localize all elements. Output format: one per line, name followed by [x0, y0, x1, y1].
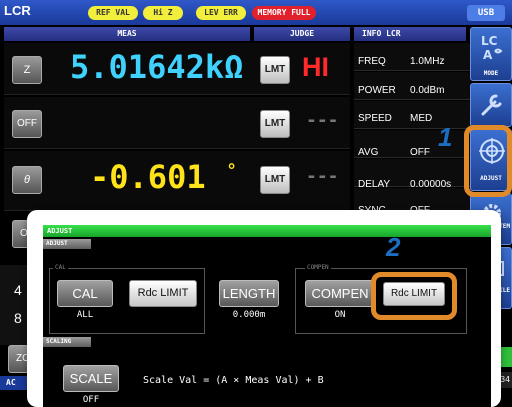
- cal-button[interactable]: CAL: [57, 280, 113, 307]
- info-delay-value: 0.00000s: [410, 179, 452, 190]
- judge-result-3: ---: [306, 166, 339, 187]
- compen-button[interactable]: COMPEN: [305, 280, 375, 307]
- lower-left-value-b: 8: [14, 310, 22, 326]
- length-button[interactable]: LENGTH: [219, 280, 279, 307]
- info-header: INFO LCR: [354, 27, 466, 41]
- param3-value: -0.601: [90, 158, 206, 196]
- ac-indicator: AC: [0, 376, 27, 390]
- callout-number-2: 2: [386, 232, 401, 262]
- usb-indicator: USB: [467, 5, 505, 21]
- callout-number-1: 1: [438, 122, 453, 152]
- lmt-button-1[interactable]: LMT: [260, 56, 290, 84]
- judge-result-2: ---: [306, 110, 339, 131]
- param1-value: 5.01642kΩ: [70, 48, 244, 86]
- dialog-titlebar: ADJUST: [43, 225, 491, 237]
- info-freq-label: FREQ: [358, 56, 386, 67]
- svg-text:LC: LC: [481, 34, 498, 48]
- param3-unit: °: [228, 160, 236, 180]
- callout-ring-adjust: [464, 125, 512, 197]
- dialog-title: ADJUST: [47, 227, 73, 235]
- param1-button[interactable]: Z: [12, 56, 42, 84]
- info-power-label: POWER: [358, 85, 396, 96]
- lmt-button-2[interactable]: LMT: [260, 110, 290, 138]
- meas-row: [4, 97, 350, 149]
- scale-button[interactable]: SCALE: [63, 365, 119, 392]
- info-freq-value: 1.0MHz: [410, 56, 445, 67]
- scale-formula: Scale Val = (A × Meas Val) + B: [143, 375, 324, 386]
- meas-header: MEAS: [4, 27, 250, 41]
- compen-group-label: COMPEN: [305, 264, 331, 271]
- info-power-value: 0.0dBm: [410, 85, 445, 96]
- svg-text:A: A: [483, 48, 493, 62]
- info-delay-label: DELAY: [358, 179, 391, 190]
- lev-err-badge: LEV ERR: [196, 6, 246, 20]
- lcr-mode-icon: LC A: [481, 34, 503, 62]
- info-speed-label: SPEED: [358, 113, 392, 124]
- lower-left-value-a: 4: [14, 282, 22, 298]
- tool-button[interactable]: [470, 83, 512, 127]
- ref-val-badge: REF VAL: [88, 6, 138, 20]
- cal-value: ALL: [76, 310, 94, 320]
- param2-button[interactable]: OFF: [12, 110, 42, 138]
- app-title: LCR: [4, 3, 31, 18]
- lmt-button-3[interactable]: LMT: [260, 166, 290, 194]
- hi-z-badge: Hi Z: [143, 6, 183, 20]
- top-status-bar: LCR REF VAL Hi Z LEV ERR MEMORY FULL USB: [0, 0, 512, 25]
- lower-left-panel: [0, 265, 27, 345]
- memory-full-badge: MEMORY FULL: [252, 6, 316, 20]
- param3-button[interactable]: θ: [12, 166, 42, 194]
- rdc-limit-button-left[interactable]: Rdc LIMIT: [129, 280, 197, 307]
- mode-label: MODE: [483, 70, 499, 77]
- callout-ring-rdc-limit: [371, 272, 457, 320]
- info-avg-value: OFF: [410, 147, 430, 158]
- info-speed-value: MED: [410, 113, 433, 124]
- wrench-icon: [481, 94, 502, 116]
- section-adjust-tab: ADJUST: [43, 239, 91, 249]
- judge-result-1: HI: [302, 52, 329, 82]
- section-scaling-tab: SCALING: [43, 337, 91, 347]
- cal-group-label: CAL: [53, 264, 68, 271]
- judge-header: JUDGE: [254, 27, 350, 41]
- info-avg-label: AVG: [358, 147, 379, 158]
- length-value: 0.000m: [232, 310, 266, 320]
- mode-button[interactable]: LC A MODE: [470, 27, 512, 81]
- scale-value: OFF: [82, 395, 100, 405]
- compen-value: ON: [334, 310, 346, 320]
